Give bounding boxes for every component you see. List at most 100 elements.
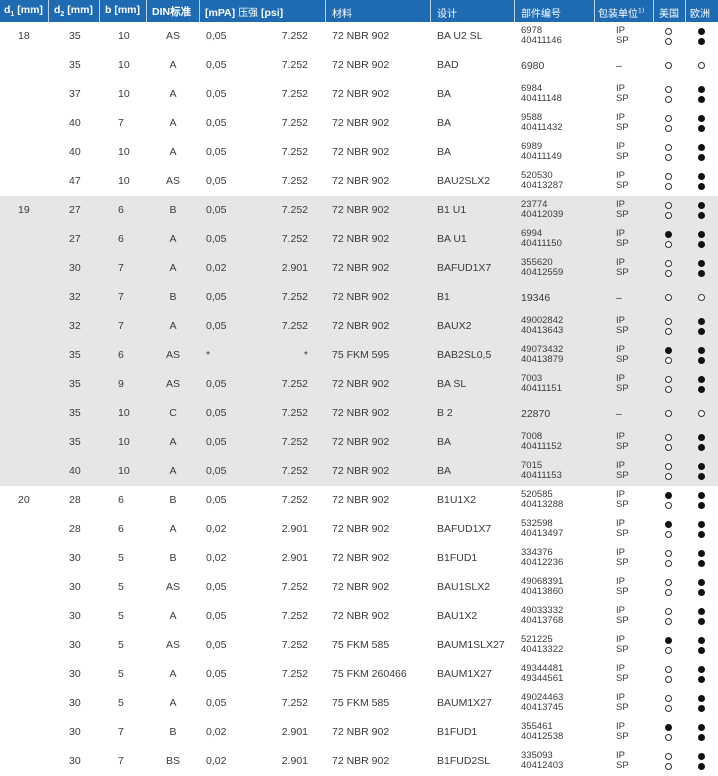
cell-pressure-mpa: 0,05 — [206, 204, 227, 216]
eu-availability-open-dot-icon — [698, 410, 705, 417]
cell-material: 75 FKM 585 — [332, 639, 390, 651]
header-b: b [mm] — [105, 4, 140, 16]
cell-din: A — [169, 146, 177, 158]
cell-package: – — [616, 60, 622, 72]
eu-availability-filled-dot-icon — [698, 144, 705, 151]
usa-availability-open-dot-icon — [665, 144, 672, 151]
eu-availability-filled-dot-icon — [698, 521, 705, 528]
cell-pressure-mpa: 0,02 — [206, 523, 227, 535]
cell-package: IP SP — [616, 519, 646, 538]
cell-d2: 35 — [69, 407, 81, 419]
header-part-number: 部件编号 — [521, 9, 561, 20]
cell-b: 5 — [118, 639, 124, 651]
cell-design: BA — [437, 146, 452, 158]
cell-pressure-mpa: 0,05 — [206, 59, 227, 71]
cell-pressure-psi: 7.252 — [281, 581, 308, 593]
usa-availability-open-dot-icon — [665, 618, 672, 625]
cell-d2: 27 — [69, 204, 81, 216]
cell-pressure-mpa: 0,02 — [206, 726, 227, 738]
table-row: 35 9 AS 0,05 7.252 72 NBR 902 BA SL 7003 4041115… — [0, 370, 718, 399]
cell-package-line: SP — [616, 759, 629, 771]
usa-availability-open-dot-icon — [665, 125, 672, 132]
cell-din: A — [169, 88, 177, 100]
cell-part-number-line: 40413860 — [521, 585, 564, 597]
cell-material: 72 NBR 902 — [332, 59, 390, 71]
cell-pressure-psi: 7.252 — [281, 436, 308, 448]
cell-part-number-line: 40412403 — [521, 759, 564, 771]
cell-b: 6 — [118, 233, 124, 245]
cell-b: 5 — [118, 697, 124, 709]
cell-pressure-mpa: 0,05 — [206, 639, 227, 651]
cell-pressure-mpa: 0,05 — [206, 610, 227, 622]
usa-availability-filled-dot-icon — [665, 637, 672, 644]
cell-package: IP SP — [616, 200, 646, 219]
cell-din: AS — [165, 378, 180, 390]
cell-material: 75 FKM 595 — [332, 349, 390, 361]
usa-availability-open-dot-icon — [665, 28, 672, 35]
cell-part-number: 23774 40412039 — [521, 200, 591, 219]
cell-package-line: SP — [616, 527, 629, 539]
cell-part-number: 49073432 40413879 — [521, 345, 591, 364]
cell-d2: 30 — [69, 639, 81, 651]
usa-availability-open-dot-icon — [665, 386, 672, 393]
cell-d2: 32 — [69, 320, 81, 332]
usa-availability-filled-dot-icon — [665, 347, 672, 354]
cell-part-number-line: 40413497 — [521, 527, 564, 539]
usa-availability-open-dot-icon — [665, 434, 672, 441]
usa-availability-open-dot-icon — [665, 241, 672, 248]
cell-d2: 35 — [69, 436, 81, 448]
cell-part-number: 19346 — [521, 292, 551, 304]
header-design: 设计 — [437, 9, 457, 20]
cell-b: 7 — [118, 262, 124, 274]
cell-part-number: 49068391 40413860 — [521, 577, 591, 596]
cell-pressure-psi: 7.252 — [281, 175, 308, 187]
cell-part-number-line: 40413288 — [521, 498, 564, 510]
cell-d2: 28 — [69, 523, 81, 535]
cell-b: 7 — [118, 320, 124, 332]
cell-material: 72 NBR 902 — [332, 204, 390, 216]
usa-availability-open-dot-icon — [665, 589, 672, 596]
cell-design: BAB2SL0,5 — [437, 349, 492, 361]
cell-package: IP SP — [616, 722, 646, 741]
cell-part-number: 22870 — [521, 408, 551, 420]
cell-din: B — [169, 204, 177, 216]
cell-din: A — [169, 233, 177, 245]
eu-availability-filled-dot-icon — [698, 647, 705, 654]
usa-availability-open-dot-icon — [665, 62, 672, 69]
cell-part-number-line: 335093 — [521, 750, 553, 761]
cell-din: A — [169, 697, 177, 709]
cell-part-number-line: 40413322 — [521, 643, 564, 655]
cell-design: BAUM1X27 — [437, 697, 492, 709]
cell-part-number-line: 40412538 — [521, 730, 564, 742]
cell-b: 5 — [118, 610, 124, 622]
cell-b: 10 — [118, 146, 130, 158]
cell-pressure-psi: 7.252 — [281, 465, 308, 477]
cell-package: IP SP — [616, 432, 646, 451]
cell-pressure-mpa: 0,05 — [206, 233, 227, 245]
cell-design: BAD — [437, 59, 459, 71]
cell-pressure-psi: 7.252 — [281, 30, 308, 42]
cell-d2: 40 — [69, 465, 81, 477]
cell-d2: 30 — [69, 610, 81, 622]
cell-design: B1FUD1 — [437, 552, 478, 564]
usa-availability-open-dot-icon — [665, 202, 672, 209]
cell-material: 72 NBR 902 — [332, 378, 390, 390]
cell-d2: 30 — [69, 668, 81, 680]
cell-d2: 28 — [69, 494, 81, 506]
eu-availability-filled-dot-icon — [698, 28, 705, 35]
eu-availability-filled-dot-icon — [698, 38, 705, 45]
cell-b: 10 — [118, 465, 130, 477]
cell-pressure-psi: 7.252 — [281, 610, 308, 622]
cell-material: 72 NBR 902 — [332, 407, 390, 419]
cell-part-number-line: 40413287 — [521, 179, 564, 191]
cell-design: B1U1X2 — [437, 494, 477, 506]
cell-pressure-mpa: 0,05 — [206, 291, 227, 303]
eu-availability-filled-dot-icon — [698, 173, 705, 180]
cell-din: A — [169, 523, 177, 535]
usa-availability-open-dot-icon — [665, 444, 672, 451]
cell-pressure-mpa: 0,05 — [206, 117, 227, 129]
table-row: 30 5 A 0,05 7.252 75 FKM 260466 BAUM1X27 493444… — [0, 660, 718, 689]
usa-availability-open-dot-icon — [665, 410, 672, 417]
cell-b: 9 — [118, 378, 124, 390]
cell-design: BA — [437, 465, 452, 477]
